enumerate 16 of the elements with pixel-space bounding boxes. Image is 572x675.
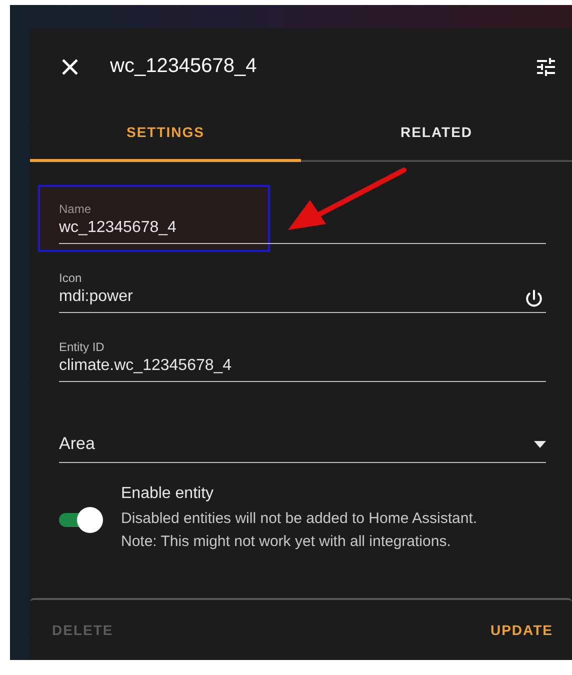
toggle-description: Disabled entities will not be added to Home Assistant. Note: This might not work yet with all integrations.: [121, 509, 478, 552]
field-label: Icon: [59, 271, 83, 285]
close-button[interactable]: [60, 56, 80, 76]
toggle-title: Enable entity: [121, 485, 215, 503]
field-label: Entity ID: [59, 340, 106, 354]
tab[interactable]: RELATED: [301, 105, 572, 162]
text-field[interactable]: climate.wc_12345678_4: [59, 357, 546, 382]
area-select[interactable]: Area: [59, 434, 546, 463]
text-field[interactable]: wc_12345678_4: [59, 219, 546, 244]
caret-icon: [534, 440, 546, 448]
toggle-switch[interactable]: [59, 507, 103, 533]
dialog-title: wc_12345678_4: [110, 55, 258, 78]
text-field[interactable]: mdi:power: [59, 288, 546, 313]
update-button[interactable]: UPDATE: [486, 618, 557, 642]
tab[interactable]: SETTINGS: [30, 105, 301, 162]
field-label: Name: [59, 202, 92, 216]
